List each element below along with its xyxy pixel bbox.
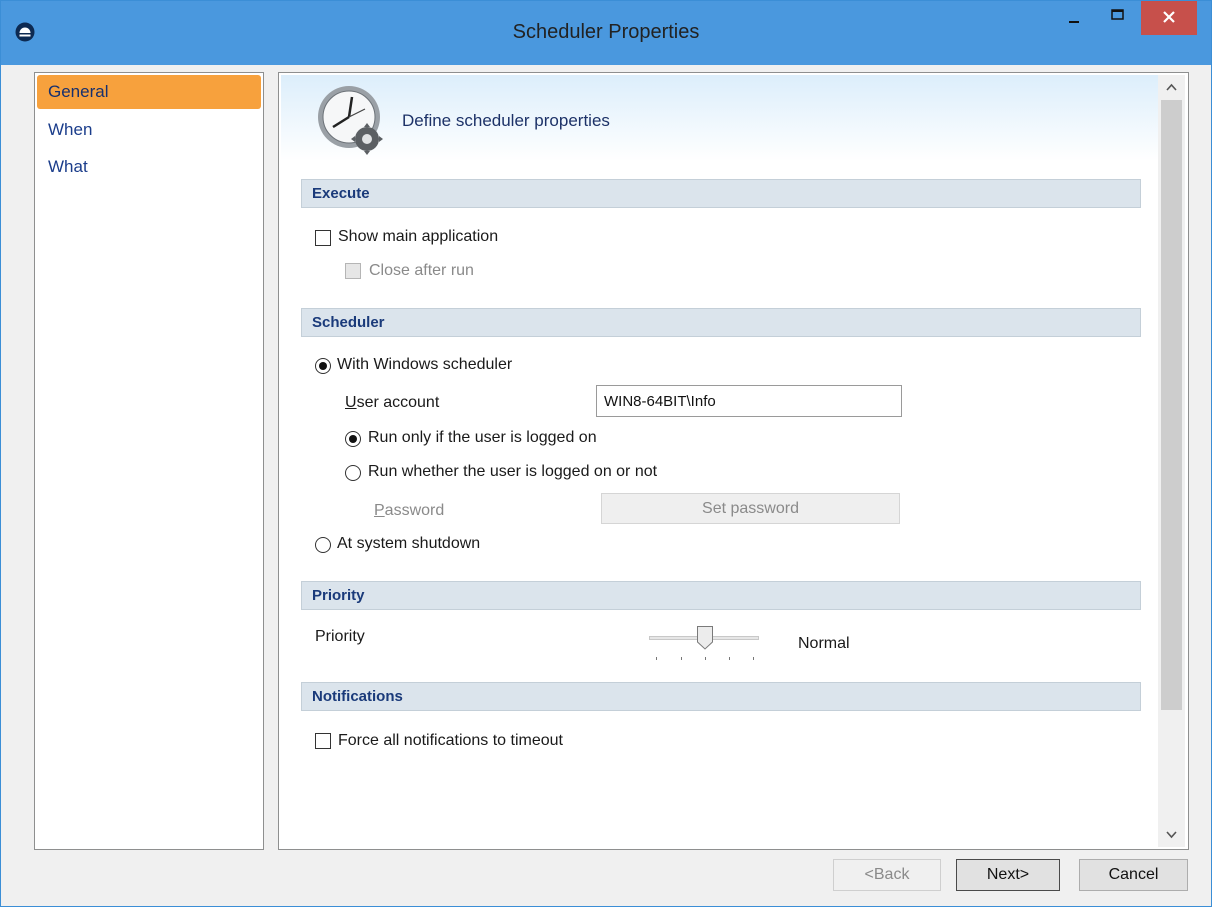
clock-gear-icon — [318, 86, 383, 155]
close-button[interactable] — [1141, 1, 1197, 35]
sidebar-item-when[interactable]: When — [37, 113, 261, 147]
priority-tick — [656, 657, 657, 660]
minimize-icon — [1069, 21, 1079, 23]
force-notifications-timeout-label[interactable]: Force all notifications to timeout — [338, 732, 563, 750]
priority-tick — [753, 657, 754, 660]
priority-tick — [705, 657, 706, 660]
run-only-logged-on-radio[interactable] — [345, 431, 361, 447]
at-system-shutdown-label[interactable]: At system shutdown — [337, 535, 480, 553]
sidebar-item-what[interactable]: What — [37, 150, 261, 184]
properties-panel: Define scheduler properties Execute Show… — [278, 72, 1189, 850]
priority-tick — [729, 657, 730, 660]
maximize-icon — [1111, 9, 1124, 20]
chevron-down-icon — [1166, 831, 1177, 839]
maximize-button[interactable] — [1095, 1, 1139, 35]
sidebar-nav: General When What — [34, 72, 264, 850]
with-windows-scheduler-label[interactable]: With Windows scheduler — [337, 356, 512, 374]
section-scheduler: Scheduler — [301, 308, 1141, 337]
close-after-run-label[interactable]: Close after run — [369, 262, 474, 280]
priority-value: Normal — [798, 635, 850, 652]
priority-label: Priority — [315, 628, 365, 645]
password-mnemonic: P — [374, 502, 385, 519]
chevron-up-icon — [1166, 83, 1177, 91]
section-priority: Priority — [301, 581, 1141, 610]
user-account-input[interactable] — [596, 385, 902, 417]
close-after-run-checkbox[interactable] — [345, 263, 361, 279]
scroll-up-button[interactable] — [1158, 75, 1185, 99]
section-notifications: Notifications — [301, 682, 1141, 711]
priority-tick — [681, 657, 682, 660]
set-password-button[interactable]: Set password — [601, 493, 900, 524]
with-windows-scheduler-radio[interactable] — [315, 358, 331, 374]
close-icon — [1163, 11, 1175, 23]
header-title: Define scheduler properties — [402, 111, 610, 130]
user-account-label: User account — [345, 394, 439, 412]
section-execute: Execute — [301, 179, 1141, 208]
minimize-button[interactable] — [1051, 1, 1095, 35]
force-notifications-timeout-checkbox[interactable] — [315, 733, 331, 749]
run-only-logged-on-label[interactable]: Run only if the user is logged on — [368, 429, 597, 447]
user-account-label-text: ser account — [356, 394, 440, 411]
show-main-application-label[interactable]: Show main application — [338, 228, 498, 246]
show-main-application-checkbox[interactable] — [315, 230, 331, 246]
user-account-mnemonic: U — [345, 394, 357, 411]
scheduler-properties-window: Scheduler Properties General When What D… — [0, 0, 1212, 907]
sidebar-item-general[interactable]: General — [37, 75, 261, 109]
password-label-text: assword — [384, 502, 445, 519]
cancel-button[interactable]: Cancel — [1079, 859, 1188, 891]
title-bar[interactable]: Scheduler Properties — [1, 1, 1211, 65]
next-button[interactable]: Next> — [956, 859, 1060, 891]
back-button[interactable]: <Back — [833, 859, 941, 891]
window-title: Scheduler Properties — [512, 21, 700, 43]
scrollbar-thumb[interactable] — [1161, 100, 1182, 710]
page-header: Define scheduler properties — [281, 75, 1159, 161]
scroll-down-button[interactable] — [1158, 823, 1185, 847]
vertical-scrollbar[interactable] — [1158, 75, 1185, 847]
run-whether-logged-on-radio[interactable] — [345, 465, 361, 481]
run-whether-logged-on-label[interactable]: Run whether the user is logged on or not — [368, 463, 657, 481]
priority-slider-thumb[interactable] — [697, 626, 713, 650]
at-system-shutdown-radio[interactable] — [315, 537, 331, 553]
password-label: Password — [374, 502, 444, 520]
